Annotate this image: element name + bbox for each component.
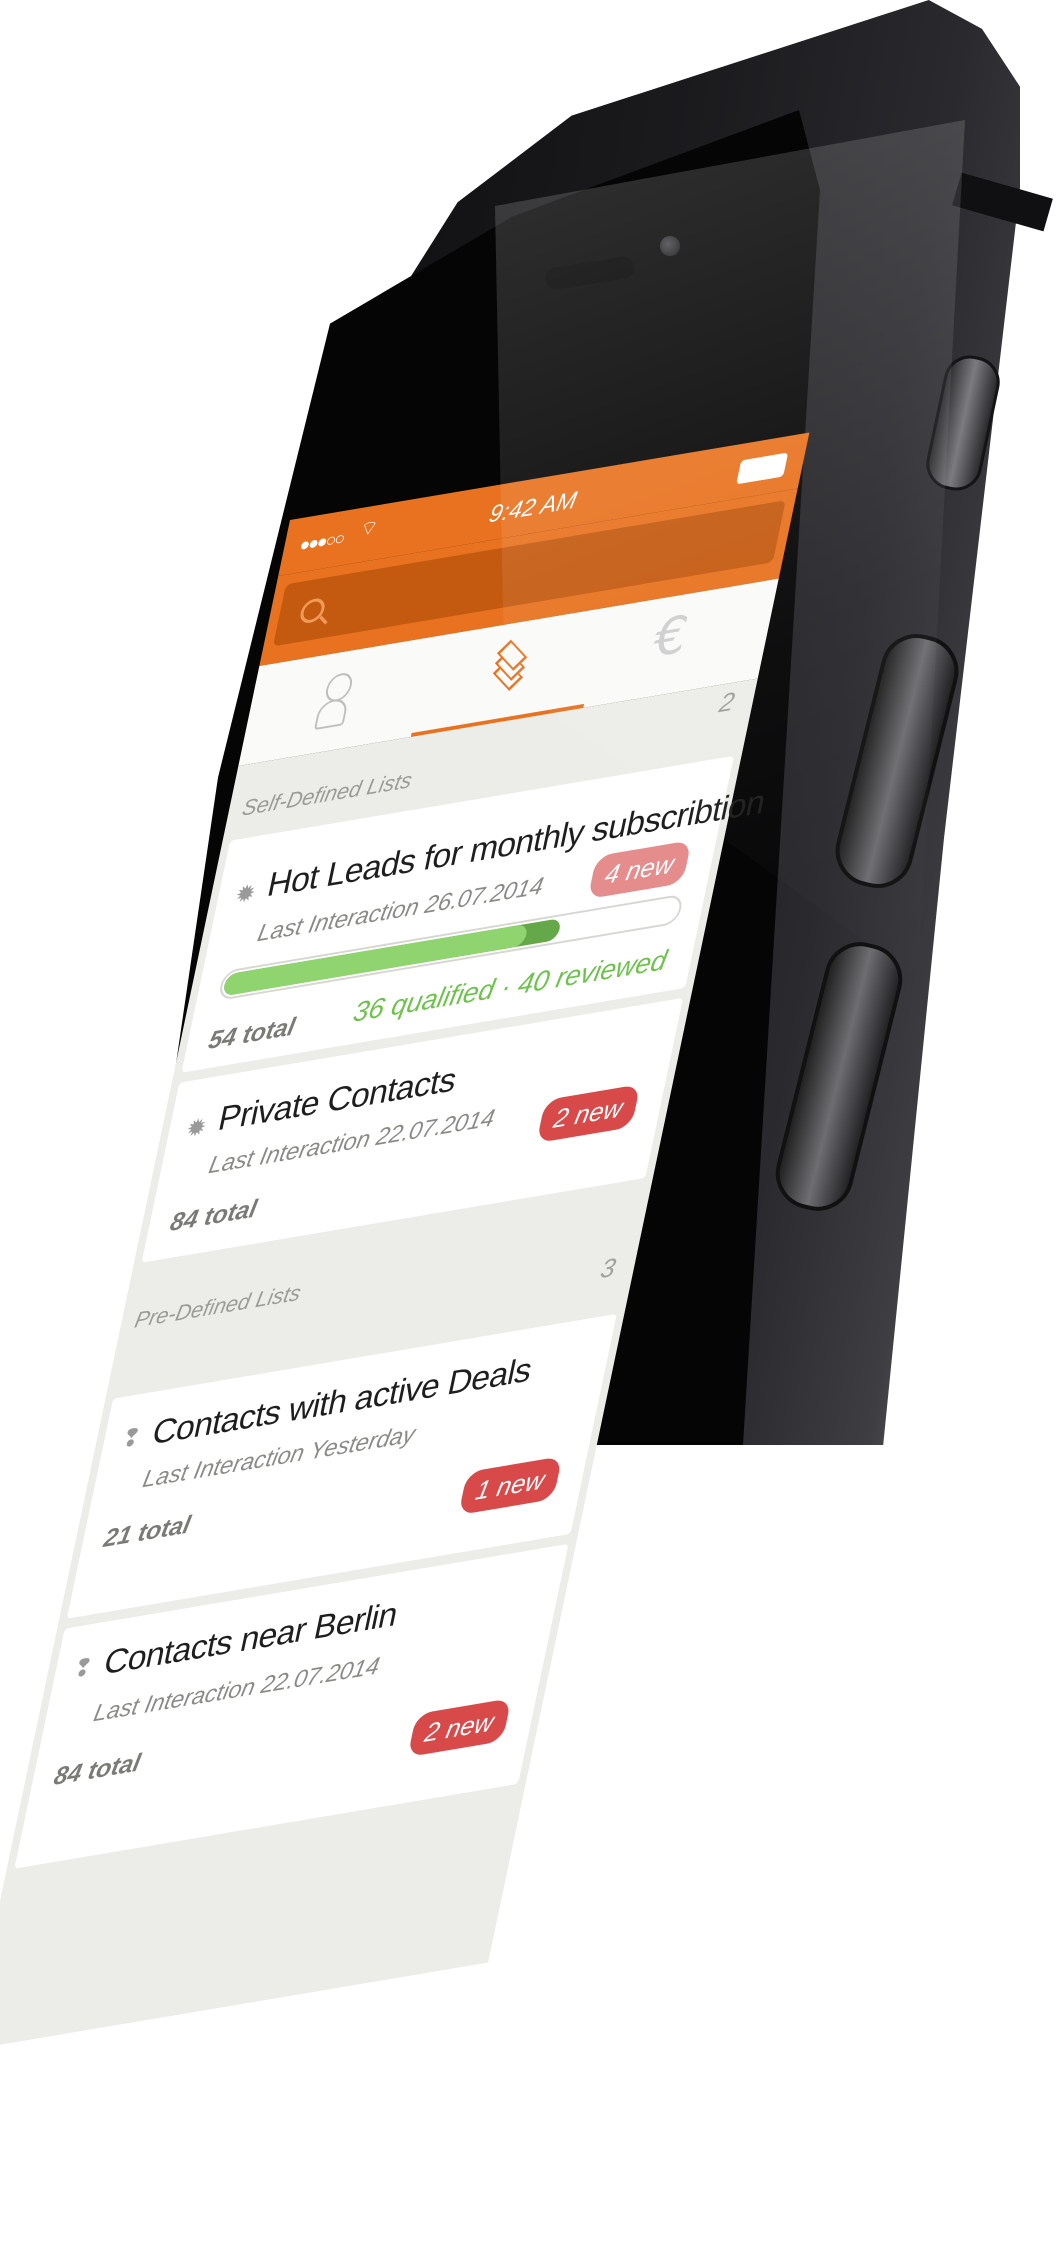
bulb-icon: ❢ — [118, 1423, 144, 1454]
contact-icon — [313, 671, 355, 732]
qualified-count: 36 qualified — [350, 973, 498, 1028]
new-badge: 4 new — [587, 840, 692, 900]
gear-icon: ✹ — [232, 879, 259, 910]
wifi-icon: ⌔ — [357, 516, 381, 542]
front-camera-icon — [660, 236, 680, 256]
section-count: 3 — [597, 1251, 619, 1285]
reviewed-count: 40 reviewed — [515, 944, 670, 1001]
euro-icon: € — [647, 604, 694, 671]
layers-icon — [481, 632, 538, 698]
section-title: Pre-Defined Lists — [132, 1279, 304, 1333]
card-total: 21 total — [101, 1510, 194, 1554]
new-badge: 2 new — [407, 1698, 512, 1758]
new-badge: 2 new — [535, 1084, 641, 1144]
card-total: 84 total — [167, 1194, 260, 1238]
section-count: 2 — [716, 685, 738, 719]
battery-icon — [736, 452, 789, 485]
new-badge: 1 new — [457, 1456, 563, 1516]
search-icon — [298, 596, 327, 625]
stats-separator: · — [498, 970, 515, 1003]
signal-strength: ●●●○○ — [297, 528, 346, 556]
status-time: 9:42 AM — [486, 486, 580, 529]
bulb-icon: ❢ — [70, 1653, 96, 1684]
card-total: 84 total — [51, 1748, 144, 1792]
card-total: 54 total — [206, 1012, 298, 1056]
gear-icon: ✹ — [183, 1113, 209, 1144]
